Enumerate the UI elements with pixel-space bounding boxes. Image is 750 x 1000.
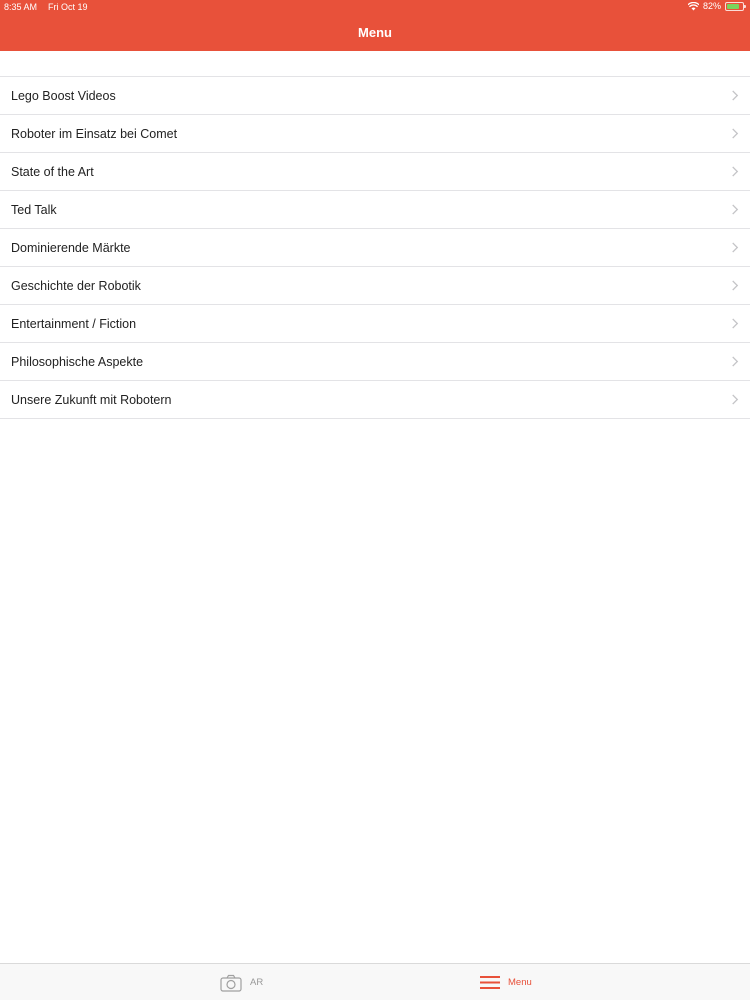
status-time: 8:35 AM (4, 2, 38, 12)
menu-item[interactable]: Roboter im Einsatz bei Comet (0, 115, 750, 153)
menu-item-label: Ted Talk (11, 202, 57, 217)
page-title: Menu (358, 25, 392, 40)
menu-item[interactable]: Philosophische Aspekte (0, 343, 750, 381)
status-indicators: 82% (687, 1, 746, 11)
status-date: Fri Oct 19 (48, 2, 88, 12)
menu-item[interactable]: Entertainment / Fiction (0, 305, 750, 343)
menu-item-label: Dominierende Märkte (11, 240, 131, 255)
camera-icon (220, 974, 242, 992)
menu-item[interactable]: Unsere Zukunft mit Robotern (0, 381, 750, 419)
wifi-icon (687, 1, 699, 10)
menu-item[interactable]: Geschichte der Robotik (0, 267, 750, 305)
menu-item-label: State of the Art (11, 164, 94, 179)
chevron-right-icon (732, 356, 739, 367)
tab-ar[interactable]: AR (220, 964, 263, 1000)
chevron-right-icon (732, 90, 739, 101)
status-bar: 8:35 AM Fri Oct 19 82% (0, 0, 750, 14)
battery-percent: 82% (702, 1, 721, 11)
tab-menu-label: Menu (508, 977, 532, 988)
menu-item-label: Entertainment / Fiction (11, 316, 137, 331)
menu-item-label: Lego Boost Videos (11, 88, 116, 103)
tab-ar-label: AR (250, 977, 264, 988)
chevron-right-icon (732, 204, 739, 215)
menu-item[interactable]: State of the Art (0, 153, 750, 191)
menu-item[interactable]: Lego Boost Videos (0, 77, 750, 115)
chevron-right-icon (732, 280, 739, 291)
menu-item-label: Roboter im Einsatz bei Comet (11, 126, 178, 141)
menu-item-label: Philosophische Aspekte (11, 354, 144, 369)
chevron-right-icon (732, 394, 739, 405)
battery-icon (725, 1, 746, 11)
battery-level (727, 3, 740, 9)
menu-item-label: Unsere Zukunft mit Robotern (11, 392, 172, 407)
tab-menu[interactable]: Menu (480, 964, 532, 1000)
tab-bar: AR Menu (0, 963, 750, 1000)
nav-bar: 8:35 AM Fri Oct 19 82% Menu (0, 0, 750, 51)
chevron-right-icon (732, 242, 739, 253)
hamburger-icon (480, 976, 500, 989)
menu-item-label: Geschichte der Robotik (11, 278, 141, 293)
menu-list: Lego Boost Videos Roboter im Einsatz bei … (0, 76, 750, 419)
chevron-right-icon (732, 128, 739, 139)
chevron-right-icon (732, 318, 739, 329)
chevron-right-icon (732, 166, 739, 177)
menu-item[interactable]: Dominierende Märkte (0, 229, 750, 267)
menu-item[interactable]: Ted Talk (0, 191, 750, 229)
